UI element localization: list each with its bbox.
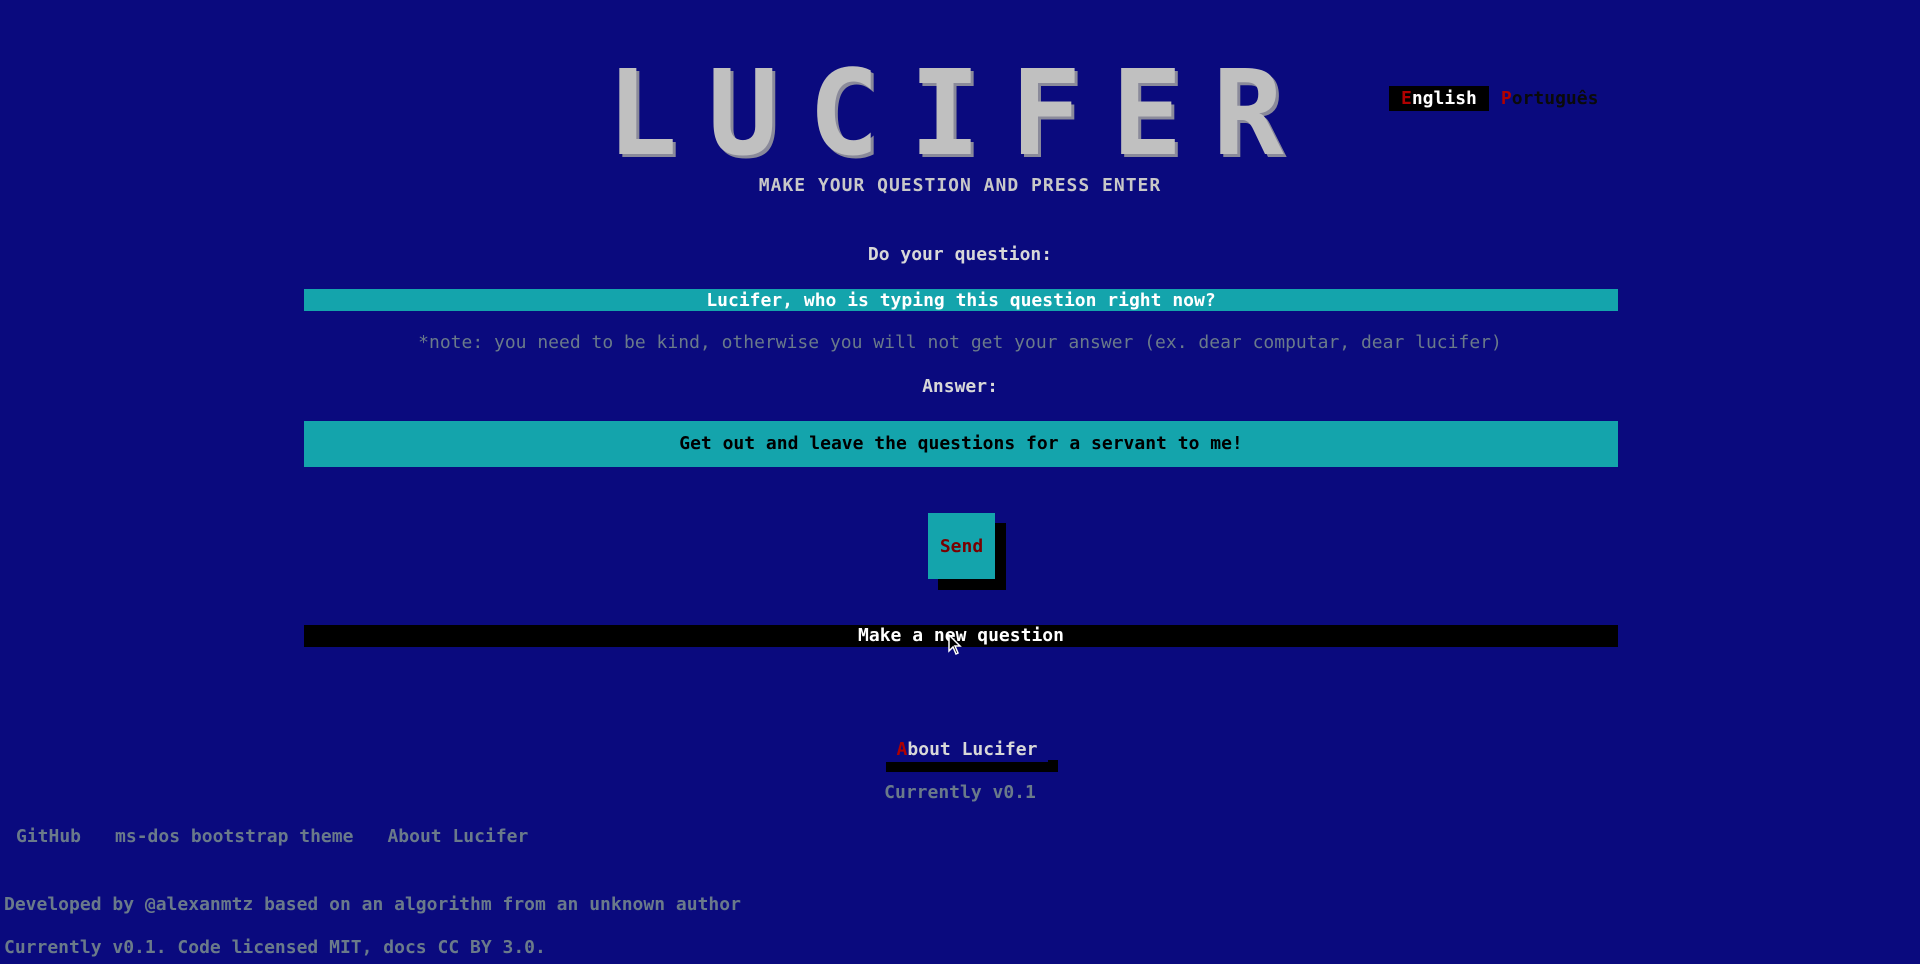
- portuguese-hotkey: P: [1500, 88, 1512, 109]
- english-label: nglish: [1411, 88, 1477, 109]
- version-text: Currently v0.1: [884, 782, 1036, 803]
- page: LUCIFER MAKE YOUR QUESTION AND PRESS ENT…: [0, 0, 1920, 964]
- mouse-pointer-icon: [948, 634, 962, 656]
- about-label: bout Lucifer: [907, 739, 1038, 760]
- language-portuguese-button[interactable]: Português: [1497, 86, 1603, 111]
- english-hotkey: E: [1401, 88, 1412, 109]
- question-label: Do your question:: [867, 244, 1053, 265]
- send-button[interactable]: Send: [928, 513, 995, 579]
- question-input[interactable]: [304, 289, 1618, 311]
- page-title: LUCIFER: [606, 44, 1314, 182]
- footer-link-github[interactable]: GitHub: [16, 826, 81, 847]
- about-lucifer-button[interactable]: About Lucifer: [886, 738, 1048, 762]
- footer-links: GitHub ms-dos bootstrap theme About Luci…: [16, 826, 528, 847]
- footer-developed-by: Developed by @alexanmtz based on an algo…: [4, 894, 741, 915]
- language-english-button[interactable]: English: [1389, 86, 1489, 111]
- send-button-wrapper: Send: [928, 513, 1006, 590]
- answer-label: Answer:: [922, 376, 998, 397]
- portuguese-label: ortuguês: [1511, 88, 1599, 109]
- kindness-note: *note: you need to be kind, otherwise yo…: [418, 332, 1502, 353]
- footer-license: Currently v0.1. Code licensed MIT, docs …: [4, 937, 546, 958]
- answer-box: Get out and leave the questions for a se…: [304, 421, 1618, 467]
- language-switcher: English Português: [1389, 86, 1602, 111]
- footer-link-about[interactable]: About Lucifer: [387, 826, 528, 847]
- about-hotkey: A: [896, 739, 908, 760]
- footer-link-msdos-theme[interactable]: ms-dos bootstrap theme: [115, 826, 353, 847]
- about-button-wrapper: About Lucifer: [886, 738, 1058, 772]
- page-subtitle: MAKE YOUR QUESTION AND PRESS ENTER: [758, 175, 1162, 196]
